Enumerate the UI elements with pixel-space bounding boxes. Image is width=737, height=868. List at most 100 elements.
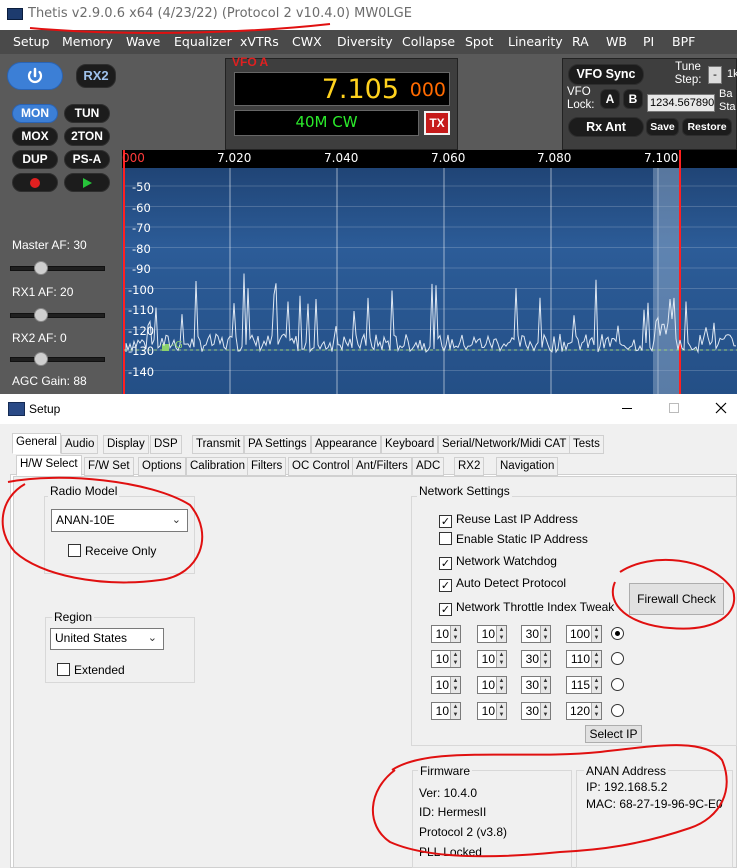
spin-updown-icon[interactable]: ▲ ▼ (540, 651, 550, 667)
ip-row-radio-2[interactable] (611, 652, 624, 665)
ip-octet-1-row-2[interactable]: 10 ▲ ▼ (431, 650, 461, 668)
tab-calibration[interactable]: Calibration (186, 457, 249, 476)
rx2-af-slider-thumb[interactable] (34, 352, 48, 366)
ip-octet-1-row-3[interactable]: 10 ▲ ▼ (431, 676, 461, 694)
ip-octet-3-row-3[interactable]: 30 ▲ ▼ (521, 676, 551, 694)
master-af-slider-thumb[interactable] (34, 261, 48, 275)
tab-tests[interactable]: Tests (569, 435, 604, 454)
tab-filters[interactable]: Filters (247, 457, 287, 476)
menu-wave[interactable]: Wave (126, 34, 160, 49)
restore-button[interactable]: Restore (682, 118, 732, 136)
tab-ant-filters[interactable]: Ant/Filters (352, 457, 412, 476)
menu-pi[interactable]: PI (643, 34, 654, 49)
power-button[interactable] (7, 62, 63, 90)
ip-octet-4-row-1[interactable]: 100 ▲ ▼ (566, 625, 602, 643)
menu-setup[interactable]: Setup (13, 34, 49, 49)
tab-fw-set[interactable]: F/W Set (84, 457, 134, 476)
spin-updown-icon[interactable]: ▲ ▼ (496, 703, 506, 719)
menu-wb[interactable]: WB (606, 34, 627, 49)
vfo-lock-b-button[interactable]: B (623, 89, 643, 109)
tab-options[interactable]: Options (138, 457, 186, 476)
spin-updown-icon[interactable]: ▲ ▼ (591, 677, 601, 693)
menu-collapse[interactable]: Collapse (402, 34, 455, 49)
vfo-a-frequency-display[interactable]: 7.105 000 (234, 72, 450, 106)
enable-static-ip-checkbox[interactable]: Enable Static IP Address (439, 532, 588, 546)
spin-updown-icon[interactable]: ▲ ▼ (496, 626, 506, 642)
receive-only-checkbox[interactable]: Receive Only (68, 544, 156, 558)
tab-appearance[interactable]: Appearance (311, 435, 382, 454)
extended-checkbox[interactable]: Extended (57, 663, 125, 677)
tab-keyboard[interactable]: Keyboard (381, 435, 439, 454)
ip-row-radio-1[interactable] (611, 627, 624, 640)
tab-audio[interactable]: Audio (61, 435, 99, 454)
spin-updown-icon[interactable]: ▲ ▼ (591, 626, 601, 642)
master-af-slider[interactable] (10, 266, 105, 271)
rx2-af-slider[interactable] (10, 357, 105, 362)
network-watchdog-checkbox[interactable]: ✓ Network Watchdog (439, 554, 557, 570)
menu-ra[interactable]: RA (572, 34, 589, 49)
play-button[interactable] (64, 173, 110, 192)
ip-octet-2-row-2[interactable]: 10 ▲ ▼ (477, 650, 507, 668)
tab-serial-network[interactable]: Serial/Network/Midi CAT (438, 435, 571, 454)
spin-updown-icon[interactable]: ▲ ▼ (450, 626, 460, 642)
menu-spot[interactable]: Spot (465, 34, 493, 49)
spin-updown-icon[interactable]: ▲ ▼ (496, 651, 506, 667)
ip-octet-2-row-1[interactable]: 10 ▲ ▼ (477, 625, 507, 643)
network-throttle-checkbox[interactable]: ✓ Network Throttle Index Tweak (439, 600, 614, 616)
rx1-af-slider[interactable] (10, 313, 105, 318)
ip-octet-2-row-4[interactable]: 10 ▲ ▼ (477, 702, 507, 720)
rx2-button[interactable]: RX2 (76, 64, 116, 88)
menu-memory[interactable]: Memory (62, 34, 113, 49)
ip-octet-1-row-4[interactable]: 10 ▲ ▼ (431, 702, 461, 720)
tab-transmit[interactable]: Transmit (192, 435, 245, 454)
spin-updown-icon[interactable]: ▲ ▼ (540, 626, 550, 642)
tab-pa-settings[interactable]: PA Settings (244, 435, 311, 454)
maximize-icon[interactable] (669, 403, 679, 413)
menu-diversity[interactable]: Diversity (337, 34, 393, 49)
tab-rx2[interactable]: RX2 (454, 457, 485, 476)
auto-detect-protocol-checkbox[interactable]: ✓ Auto Detect Protocol (439, 576, 566, 592)
save-button[interactable]: Save (646, 118, 679, 136)
tune-step-minus-button[interactable]: - (708, 66, 722, 84)
spin-updown-icon[interactable]: ▲ ▼ (540, 677, 550, 693)
spin-updown-icon[interactable]: ▲ ▼ (450, 651, 460, 667)
tab-display[interactable]: Display (103, 435, 149, 454)
ip-octet-4-row-3[interactable]: 115 ▲ ▼ (566, 676, 602, 694)
menu-cwx[interactable]: CWX (292, 34, 322, 49)
tx-indicator[interactable]: TX (424, 111, 450, 135)
record-button[interactable] (12, 173, 58, 192)
firewall-check-button[interactable]: Firewall Check (629, 583, 724, 615)
panadapter-display[interactable] (122, 150, 737, 394)
tab-dsp[interactable]: DSP (150, 435, 182, 454)
menu-equalizer[interactable]: Equalizer (174, 34, 232, 49)
select-ip-button[interactable]: Select IP (585, 725, 642, 743)
rx-ant-button[interactable]: Rx Ant (568, 117, 644, 137)
ip-octet-3-row-4[interactable]: 30 ▲ ▼ (521, 702, 551, 720)
mon-button[interactable]: MON (12, 104, 58, 123)
ip-octet-2-row-3[interactable]: 10 ▲ ▼ (477, 676, 507, 694)
spin-updown-icon[interactable]: ▲ ▼ (450, 703, 460, 719)
spin-updown-icon[interactable]: ▲ ▼ (496, 677, 506, 693)
vfo-sync-button[interactable]: VFO Sync (568, 64, 644, 85)
ip-octet-3-row-1[interactable]: 30 ▲ ▼ (521, 625, 551, 643)
region-select[interactable]: United States ⌄ (50, 628, 164, 650)
close-icon[interactable] (715, 402, 727, 414)
mox-button[interactable]: MOX (12, 127, 58, 146)
step-value-input[interactable]: 1234.567890 (647, 94, 715, 112)
ip-octet-3-row-2[interactable]: 30 ▲ ▼ (521, 650, 551, 668)
menu-xvtrs[interactable]: xVTRs (240, 34, 279, 49)
rx1-af-slider-thumb[interactable] (34, 308, 48, 322)
minimize-icon[interactable] (622, 408, 632, 409)
dup-button[interactable]: DUP (12, 150, 58, 169)
spin-updown-icon[interactable]: ▲ ▼ (591, 651, 601, 667)
menu-linearity[interactable]: Linearity (508, 34, 563, 49)
two-tone-button[interactable]: 2TON (64, 127, 110, 146)
menu-bpf[interactable]: BPF (672, 34, 695, 49)
spin-updown-icon[interactable]: ▲ ▼ (540, 703, 550, 719)
tun-button[interactable]: TUN (64, 104, 110, 123)
tab-oc-control[interactable]: OC Control (288, 457, 354, 476)
spin-updown-icon[interactable]: ▲ ▼ (591, 703, 601, 719)
ip-octet-4-row-4[interactable]: 120 ▲ ▼ (566, 702, 602, 720)
tab-hw-select[interactable]: H/W Select (16, 455, 82, 476)
ip-octet-4-row-2[interactable]: 110 ▲ ▼ (566, 650, 602, 668)
